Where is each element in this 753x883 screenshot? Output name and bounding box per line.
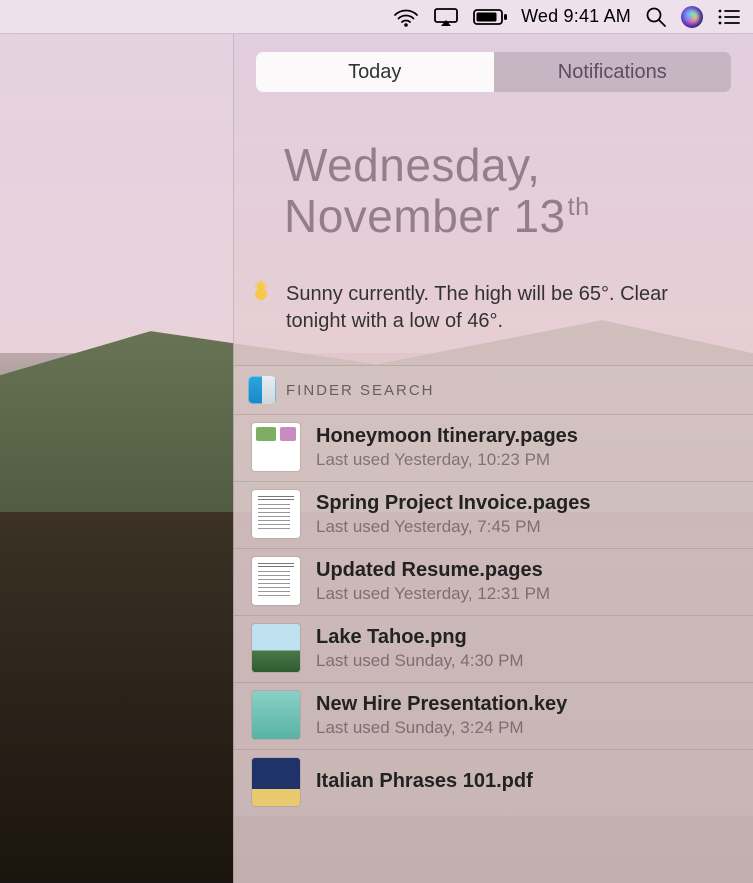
wifi-icon[interactable] [393, 0, 419, 33]
tab-notifications[interactable]: Notifications [494, 52, 732, 92]
file-name: Lake Tahoe.png [316, 626, 524, 649]
today-notifications-segmented: Today Notifications [256, 52, 731, 92]
file-name: New Hire Presentation.key [316, 693, 567, 716]
file-thumbnail [252, 557, 300, 605]
spotlight-icon[interactable] [645, 0, 667, 33]
file-name: Updated Resume.pages [316, 559, 550, 582]
date-line-2: November 13th [284, 191, 723, 242]
date-daynum: November 13 [284, 190, 566, 242]
finder-search-header: FINDER SEARCH [234, 366, 753, 415]
file-subtitle: Last used Sunday, 4:30 PM [316, 651, 524, 671]
finder-search-widget: FINDER SEARCH Honeymoon Itinerary.pages … [234, 365, 753, 816]
airplay-icon[interactable] [433, 0, 459, 33]
today-date-header: Wednesday, November 13th [234, 100, 753, 251]
file-subtitle: Last used Yesterday, 7:45 PM [316, 517, 591, 537]
finder-result-row[interactable]: Spring Project Invoice.pages Last used Y… [234, 482, 753, 549]
date-line-1: Wednesday, [284, 140, 723, 191]
file-subtitle: Last used Yesterday, 10:23 PM [316, 450, 578, 470]
finder-icon [248, 376, 276, 404]
siri-icon[interactable] [681, 0, 703, 33]
menu-bar-clock[interactable]: Wed 9:41 AM [521, 0, 631, 33]
finder-result-row[interactable]: Lake Tahoe.png Last used Sunday, 4:30 PM [234, 616, 753, 683]
weather-text: Sunny currently. The high will be 65°. C… [286, 281, 729, 335]
finder-search-list: Honeymoon Itinerary.pages Last used Yest… [234, 415, 753, 816]
menu-bar: Wed 9:41 AM [0, 0, 753, 34]
finder-result-row[interactable]: Honeymoon Itinerary.pages Last used Yest… [234, 415, 753, 482]
tab-today[interactable]: Today [256, 52, 494, 92]
notification-center-icon[interactable] [717, 0, 741, 33]
finder-search-title: FINDER SEARCH [286, 382, 435, 399]
finder-result-row[interactable]: New Hire Presentation.key Last used Sund… [234, 683, 753, 750]
finder-result-row[interactable]: Updated Resume.pages Last used Yesterday… [234, 549, 753, 616]
file-thumbnail [252, 624, 300, 672]
file-thumbnail [252, 490, 300, 538]
file-thumbnail [252, 758, 300, 806]
file-name: Italian Phrases 101.pdf [316, 770, 533, 793]
notification-center-panel: Today Notifications Wednesday, November … [233, 34, 753, 883]
file-thumbnail [252, 423, 300, 471]
date-ordinal: th [568, 193, 590, 221]
file-subtitle: Last used Yesterday, 12:31 PM [316, 584, 550, 604]
file-thumbnail [252, 691, 300, 739]
file-name: Spring Project Invoice.pages [316, 492, 591, 515]
file-subtitle: Last used Sunday, 3:24 PM [316, 718, 567, 738]
sun-icon [250, 283, 272, 305]
finder-result-row[interactable]: Italian Phrases 101.pdf [234, 750, 753, 816]
file-name: Honeymoon Itinerary.pages [316, 425, 578, 448]
battery-icon[interactable] [473, 0, 507, 33]
weather-widget[interactable]: Sunny currently. The high will be 65°. C… [234, 251, 753, 365]
